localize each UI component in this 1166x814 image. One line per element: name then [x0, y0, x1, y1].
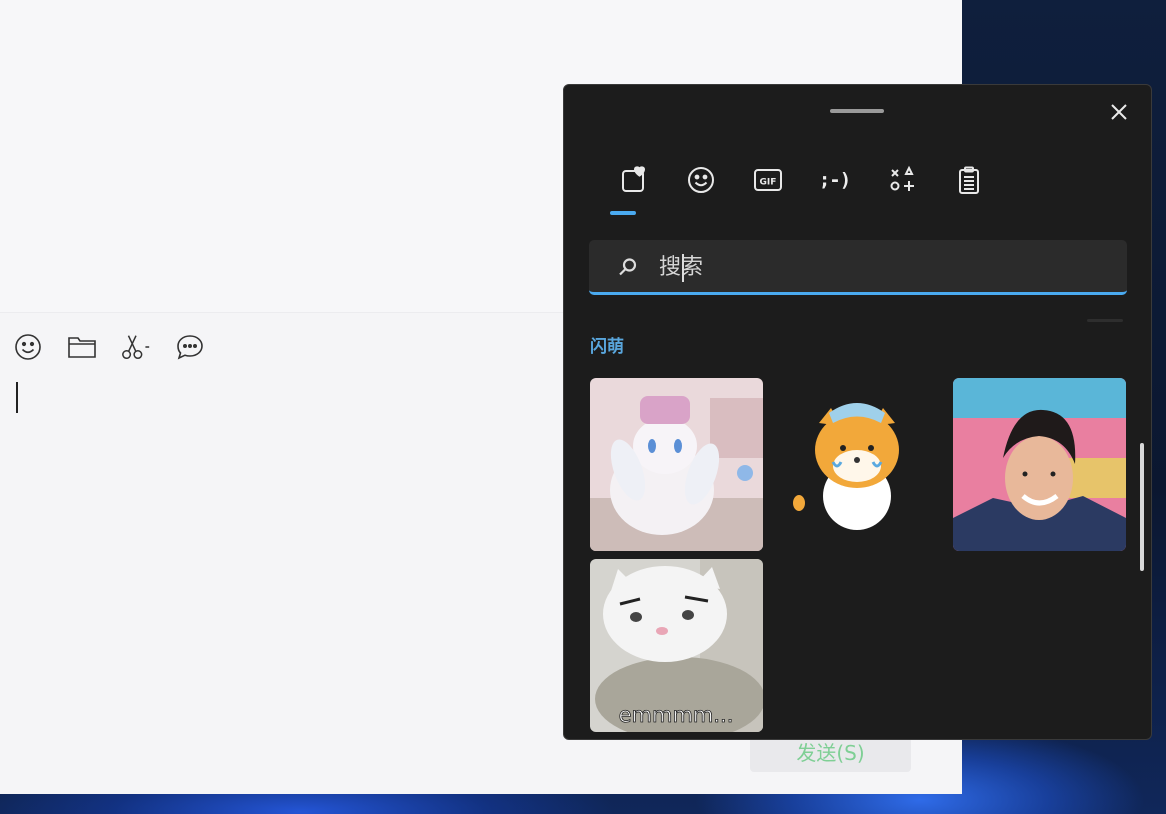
emoji-button[interactable]: [12, 331, 44, 363]
tab-emoji[interactable]: [667, 163, 734, 197]
scissors-icon: [122, 335, 150, 360]
search-caret: [682, 254, 684, 282]
svg-text:GIF: GIF: [759, 178, 776, 188]
heart-card-icon: [621, 166, 645, 192]
tab-symbols[interactable]: [868, 163, 935, 197]
gif-white-bunny[interactable]: [590, 378, 763, 551]
speech-bubble-icon: [177, 335, 203, 360]
gif-shiba-sticker[interactable]: [771, 378, 944, 551]
gif-white-cat[interactable]: emmmm...: [590, 559, 763, 732]
gif-smiling-man[interactable]: [953, 378, 1126, 551]
clipboard-icon: [958, 166, 979, 194]
scroll-hint: [1087, 319, 1123, 322]
kaomoji-icon: ;-): [818, 169, 851, 191]
selected-tab-indicator: [610, 211, 636, 215]
smiley-icon: [687, 167, 714, 193]
drag-handle[interactable]: [830, 109, 884, 113]
scrollbar[interactable]: [1140, 443, 1144, 571]
folder-icon: [68, 337, 96, 358]
gif-caption: emmmm...: [619, 703, 734, 727]
chat-history-button[interactable]: [174, 331, 206, 363]
symbols-icon: [890, 165, 914, 191]
tab-clipboard[interactable]: [935, 163, 1002, 197]
section-title: 闪萌: [590, 337, 624, 357]
tab-kaomoji[interactable]: ;-): [801, 163, 868, 197]
search-icon: [617, 256, 639, 282]
tab-favorites[interactable]: [600, 163, 667, 197]
emoji-panel: GIF ;-) 闪萌: [563, 84, 1152, 740]
search-input[interactable]: [657, 249, 1091, 285]
screenshot-button[interactable]: [120, 331, 152, 363]
close-button[interactable]: [1104, 97, 1134, 127]
file-button[interactable]: [66, 331, 98, 363]
text-cursor: [16, 382, 18, 413]
smiley-icon: [15, 334, 41, 360]
chat-input-toolbar: [12, 331, 206, 363]
search-box[interactable]: [589, 240, 1127, 295]
tab-gif[interactable]: GIF: [734, 163, 801, 197]
close-icon: [1111, 104, 1127, 120]
emoji-panel-tabs: GIF ;-): [600, 163, 1002, 197]
gif-icon: GIF: [753, 169, 782, 191]
